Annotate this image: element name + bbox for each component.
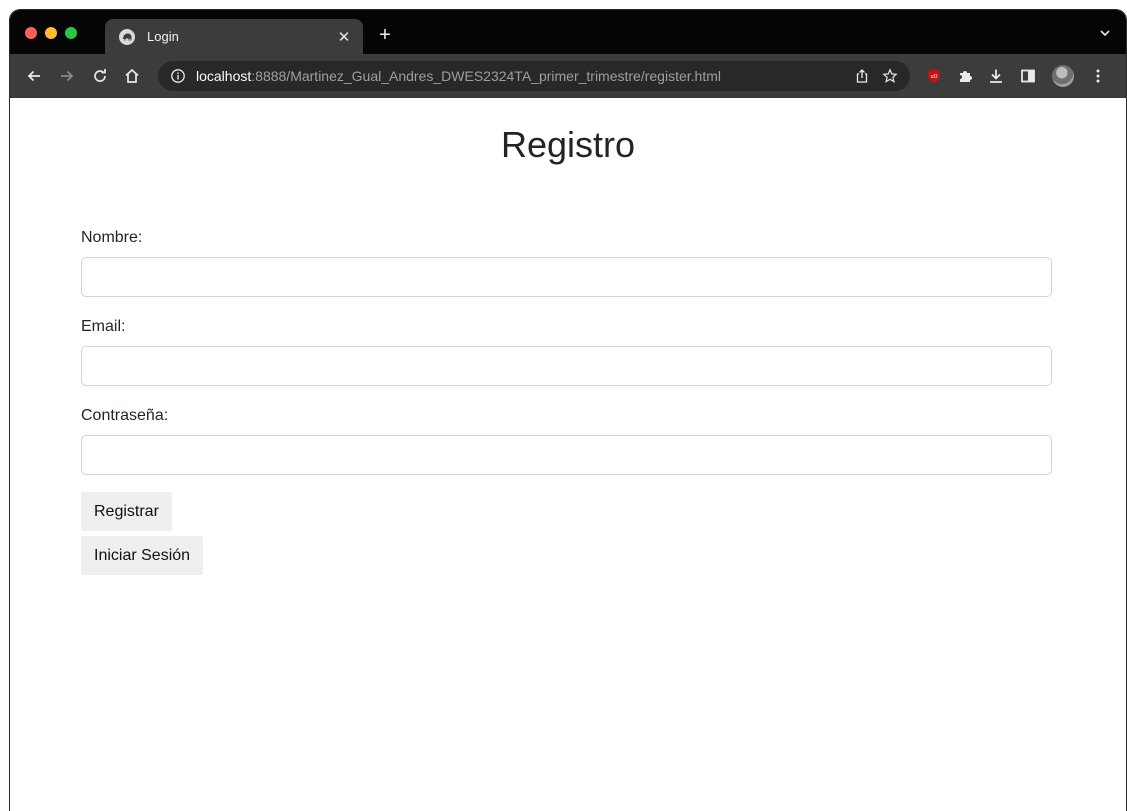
password-group: Contraseña: [81,406,1052,475]
star-icon[interactable] [880,66,900,86]
email-group: Email: [81,317,1052,386]
url-path: :8888/Martinez_Gual_Andres_DWES2324TA_pr… [251,68,721,84]
kebab-menu-icon[interactable] [1087,65,1109,87]
url-host: localhost [196,68,252,84]
register-form: Nombre: Email: Contraseña: Registrar Ini… [81,228,1052,575]
share-icon[interactable] [852,66,872,86]
minimize-window-button[interactable] [45,27,57,39]
page-title: Registro [500,124,636,165]
url-text: localhost:8888/Martinez_Gual_Andres_DWES… [196,68,721,84]
reload-icon[interactable] [89,65,111,87]
password-label: Contraseña: [81,407,169,424]
download-icon[interactable] [985,65,1007,87]
browser-window: Login ✕ + localhost:8888/Martinez_Gual_A… [10,10,1126,811]
close-window-button[interactable] [25,27,37,39]
elephant-icon [119,28,135,45]
ublock-icon[interactable]: uO [923,65,945,87]
password-input[interactable] [81,435,1052,475]
svg-text:uO: uO [930,74,937,80]
back-icon[interactable] [23,65,45,87]
email-input[interactable] [81,346,1052,386]
name-group: Nombre: [81,228,1052,297]
name-label: Nombre: [81,229,143,246]
tab-login[interactable]: Login ✕ [105,19,363,54]
info-icon[interactable] [170,68,186,84]
login-button[interactable]: Iniciar Sesión [81,536,204,575]
email-label: Email: [81,318,126,335]
page-content: Registro Nombre: Email: Contraseña: Regi… [10,98,1126,811]
tab-strip: Login ✕ + [10,10,1126,54]
address-bar[interactable]: localhost:8888/Martinez_Gual_Andres_DWES… [158,61,910,91]
tab-close-icon[interactable]: ✕ [335,28,353,46]
extensions-icon[interactable] [954,65,976,87]
home-icon[interactable] [121,65,143,87]
new-tab-button[interactable]: + [374,24,396,46]
tab-title: Login [147,29,179,44]
tab-search-chevron-icon[interactable] [1098,26,1112,40]
forward-icon[interactable] [56,65,78,87]
sidepanel-icon[interactable] [1017,65,1039,87]
maximize-window-button[interactable] [65,27,77,39]
browser-toolbar: localhost:8888/Martinez_Gual_Andres_DWES… [10,54,1126,98]
name-input[interactable] [81,257,1052,297]
avatar[interactable] [1052,65,1074,87]
register-button[interactable]: Registrar [81,492,172,531]
